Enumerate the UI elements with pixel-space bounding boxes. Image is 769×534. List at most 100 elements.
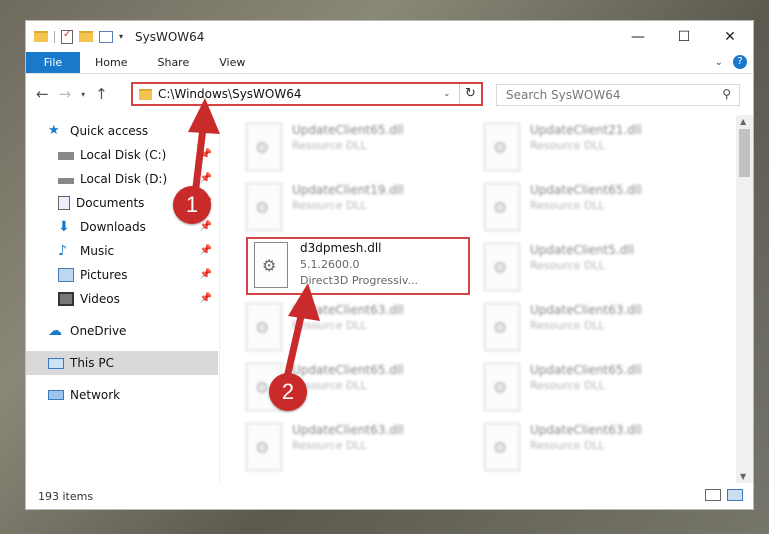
help-icon[interactable]: ? xyxy=(733,55,747,69)
drive-icon xyxy=(58,178,74,184)
pictures-icon xyxy=(58,268,74,282)
list-item[interactable]: UpdateClient65.dll Resource DLL xyxy=(474,357,704,417)
dll-file-icon xyxy=(484,423,520,471)
address-dropdown-icon[interactable]: ⌄ xyxy=(443,89,459,99)
sidebar-item-label: Videos xyxy=(80,292,120,306)
download-icon: ⬇ xyxy=(58,219,70,235)
search-icon[interactable]: ⚲ xyxy=(722,87,731,101)
dll-file-icon xyxy=(484,303,520,351)
tab-file[interactable]: File xyxy=(26,52,80,73)
status-bar: 193 items xyxy=(26,483,753,509)
scroll-down-icon[interactable]: ▼ xyxy=(740,472,746,481)
up-button[interactable]: ↑ xyxy=(95,85,108,103)
large-icons-view-icon[interactable] xyxy=(727,489,743,501)
forward-button[interactable]: → xyxy=(59,85,72,103)
sidebar-item-pictures[interactable]: Pictures 📌 xyxy=(26,263,218,287)
scroll-up-icon[interactable]: ▲ xyxy=(740,117,746,126)
tab-share[interactable]: Share xyxy=(142,52,204,73)
sidebar-item-videos[interactable]: Videos 📌 xyxy=(26,287,218,311)
recent-locations-button[interactable]: ▾ xyxy=(81,90,85,99)
list-item[interactable]: UpdateClient19.dll Resource DLL xyxy=(236,177,466,237)
dll-file-icon xyxy=(484,123,520,171)
sidebar-item-label: This PC xyxy=(70,356,114,370)
customize-toolbar-icon[interactable]: ▾ xyxy=(119,32,123,41)
sidebar-item-label: Music xyxy=(80,244,115,258)
file-type: Resource DLL xyxy=(292,139,367,152)
list-item[interactable]: UpdateClient63.dll Resource DLL xyxy=(474,297,704,357)
expand-ribbon-icon[interactable]: ⌄ xyxy=(715,57,723,68)
dll-file-icon xyxy=(246,303,282,351)
file-name: UpdateClient5.dll xyxy=(530,243,634,257)
sidebar-item-label: OneDrive xyxy=(70,324,127,338)
documents-icon xyxy=(58,196,70,210)
folder-icon xyxy=(139,88,152,100)
tab-home[interactable]: Home xyxy=(80,52,142,73)
file-type: Resource DLL xyxy=(530,259,605,272)
drive-icon xyxy=(58,152,74,160)
videos-icon xyxy=(58,292,74,306)
file-name: UpdateClient21.dll xyxy=(530,123,642,137)
sidebar-item-label: Documents xyxy=(76,196,145,210)
file-list: UpdateClient65.dll Resource DLL UpdateCli… xyxy=(220,115,753,483)
vertical-scrollbar[interactable]: ▲ ▼ xyxy=(736,115,753,483)
star-icon: ★ xyxy=(48,123,60,138)
list-item[interactable]: UpdateClient65.dll Resource DLL xyxy=(236,117,466,177)
title-bar: ▾ SysWOW64 — ☐ ✕ xyxy=(26,21,753,52)
highlighted-file-d3dpmesh[interactable]: d3dpmesh.dll 5.1.2600.0 Direct3D Progres… xyxy=(246,237,470,295)
sidebar-item-label: Local Disk (D:) xyxy=(80,172,168,186)
file-type: Resource DLL xyxy=(530,139,605,152)
address-bar[interactable]: C:\Windows\SysWOW64 ⌄ ↻ xyxy=(131,82,483,106)
file-type: Resource DLL xyxy=(292,439,367,452)
window-title: SysWOW64 xyxy=(135,29,205,44)
new-folder-icon[interactable] xyxy=(79,31,93,42)
ribbon-right: ⌄ ? xyxy=(715,55,747,69)
sidebar-item-local-disk-c[interactable]: Local Disk (C:) 📌 xyxy=(26,143,218,167)
file-name: UpdateClient65.dll xyxy=(292,123,404,137)
address-row: ← → ▾ ↑ C:\Windows\SysWOW64 ⌄ ↻ Search S… xyxy=(26,74,753,114)
cloud-icon: ☁ xyxy=(48,323,62,339)
file-name: UpdateClient65.dll xyxy=(292,363,404,377)
file-name: UpdateClient63.dll xyxy=(292,303,404,317)
search-input[interactable]: Search SysWOW64 ⚲ xyxy=(496,84,740,106)
dll-file-icon xyxy=(246,423,282,471)
file-type: Resource DLL xyxy=(530,439,605,452)
pin-icon[interactable]: 📌 xyxy=(200,221,212,232)
list-item[interactable]: UpdateClient63.dll Resource DLL xyxy=(236,297,466,357)
list-item[interactable]: UpdateClient63.dll Resource DLL xyxy=(474,417,704,477)
sidebar-item-label: Quick access xyxy=(70,124,149,138)
pin-icon[interactable]: 📌 xyxy=(200,269,212,280)
list-item[interactable]: UpdateClient21.dll Resource DLL xyxy=(474,117,704,177)
file-name: UpdateClient19.dll xyxy=(292,183,404,197)
scrollbar-thumb[interactable] xyxy=(739,129,750,177)
pin-icon[interactable]: 📌 xyxy=(200,293,212,304)
pin-icon[interactable]: 📌 xyxy=(200,245,212,256)
pin-icon[interactable]: 📌 xyxy=(200,173,212,184)
details-view-icon[interactable] xyxy=(705,489,721,501)
sidebar-item-quick-access[interactable]: ★ Quick access xyxy=(26,119,218,143)
file-name: UpdateClient65.dll xyxy=(530,183,642,197)
refresh-button[interactable]: ↻ xyxy=(459,84,481,104)
sidebar-item-music[interactable]: ♪ Music 📌 xyxy=(26,239,218,263)
properties-icon[interactable] xyxy=(61,29,73,44)
file-type: Resource DLL xyxy=(292,199,367,212)
file-name: UpdateClient63.dll xyxy=(292,423,404,437)
tab-view[interactable]: View xyxy=(204,52,260,73)
file-description: Direct3D Progressiv... xyxy=(300,274,419,287)
view-icon[interactable] xyxy=(99,30,113,43)
list-item[interactable]: UpdateClient65.dll Resource DLL xyxy=(474,177,704,237)
list-item[interactable]: UpdateClient5.dll Resource DLL xyxy=(474,237,704,297)
sidebar-item-this-pc[interactable]: This PC xyxy=(26,351,218,375)
maximize-button[interactable]: ☐ xyxy=(661,21,707,52)
close-button[interactable]: ✕ xyxy=(707,21,753,52)
sidebar-item-network[interactable]: Network xyxy=(26,383,218,407)
toolbar-divider xyxy=(54,30,55,43)
network-icon xyxy=(48,390,64,400)
search-placeholder: Search SysWOW64 xyxy=(506,88,621,102)
list-item[interactable]: UpdateClient63.dll Resource DLL xyxy=(236,417,466,477)
address-path[interactable]: C:\Windows\SysWOW64 xyxy=(158,87,443,101)
pin-icon[interactable]: 📌 xyxy=(200,149,212,160)
back-button[interactable]: ← xyxy=(36,85,49,103)
minimize-button[interactable]: — xyxy=(615,21,661,52)
dll-file-icon xyxy=(246,123,282,171)
sidebar-item-onedrive[interactable]: ☁ OneDrive xyxy=(26,319,218,343)
